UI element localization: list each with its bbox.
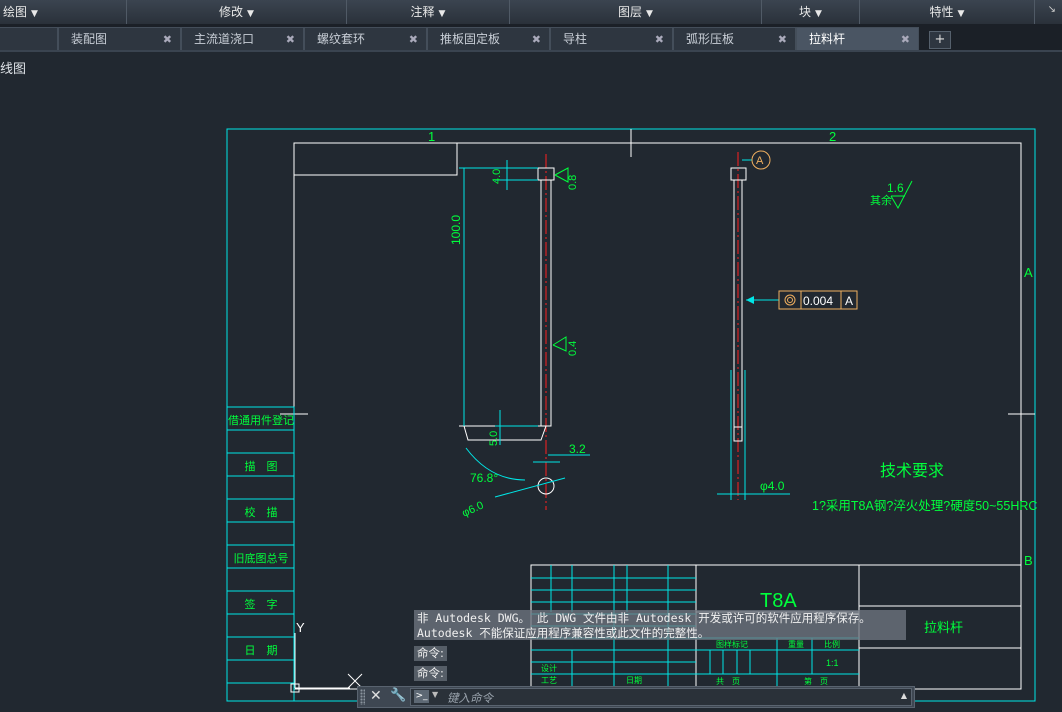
roughness-0-4: 0.4: [567, 341, 579, 356]
tech-requirements-title: 技术要求: [880, 462, 944, 480]
code-box: [294, 143, 458, 176]
dim-5: 5.0: [488, 431, 500, 446]
drawing-canvas[interactable]: 1 2 2 A B 借通用件登记 描 图 校 描 旧底图总号 签 字 日 期: [0, 0, 1062, 712]
inner-frame: [293, 142, 1022, 690]
ucs-y-label: Y: [296, 620, 305, 635]
tolerance-datum: A: [845, 294, 853, 308]
strip-label: 日 期: [245, 644, 278, 657]
command-line-bar: ✕ 🔧 >_ ▼ 键入命令 ▲: [357, 686, 915, 708]
dim-4: 4.0: [491, 169, 503, 184]
zone-label-1: 1: [428, 129, 435, 144]
scale-value: 1:1: [826, 658, 839, 668]
command-history-line: 命令:: [414, 646, 447, 661]
strip-label: 签 字: [245, 597, 278, 611]
dim-angle: 76.8°: [470, 471, 498, 485]
zone-label-B: B: [1024, 553, 1033, 568]
wrench-icon[interactable]: 🔧: [390, 688, 406, 703]
command-history-line: 命令:: [414, 666, 447, 681]
dim-3-2: 3.2: [569, 442, 586, 456]
command-placeholder: 键入命令: [447, 691, 493, 705]
chevron-up-icon[interactable]: ▲: [901, 691, 907, 700]
material-label: T8A: [760, 590, 797, 612]
tb-label-date: 日期: [626, 676, 642, 685]
grip-handle[interactable]: [360, 689, 365, 705]
strip-label: 描 图: [245, 459, 278, 473]
strip-label: 旧底图总号: [234, 551, 289, 565]
close-icon[interactable]: ✕: [370, 688, 382, 704]
tb-label-process: 工艺: [541, 676, 557, 685]
dim-100: 100.0: [449, 215, 463, 245]
tb-label-sheet: 共 页: [716, 677, 740, 686]
tolerance-value: 0.004: [803, 294, 833, 308]
tech-requirements-text: 1?采用T8A钢?淬火处理?硬度50~55HRC: [812, 498, 1037, 513]
roughness-rest-label: 其余: [870, 193, 892, 207]
tb-label-designer: 设计: [541, 663, 557, 673]
command-message-line: Autodesk 不能保证应用程序兼容性或此文件的完整性。: [417, 626, 710, 640]
command-input[interactable]: >_ ▼ 键入命令 ▲: [410, 688, 912, 706]
part-side-view: [717, 150, 858, 500]
zone-label-2: 2: [829, 129, 836, 144]
chevron-down-icon[interactable]: ▼: [432, 690, 438, 699]
ucs-icon: [290, 633, 363, 693]
zone-label-A: A: [1024, 265, 1033, 280]
command-prompt-icon[interactable]: >_: [414, 690, 429, 703]
strip-label: 校 描: [245, 505, 278, 519]
dim-phi6: φ6.0: [460, 499, 485, 519]
dim-phi4: φ4.0: [760, 479, 785, 493]
part-name-label: 拉料杆: [924, 620, 963, 635]
roughness-1-6: 1.6: [887, 181, 904, 195]
datum-label: A: [756, 155, 764, 167]
strip-label: 借通用件登记: [228, 413, 294, 427]
roughness-0-8: 0.8: [567, 175, 579, 190]
command-history-message: 非 Autodesk DWG。 此 DWG 文件由非 Autodesk 开发或许…: [414, 610, 906, 640]
left-title-strip: 借通用件登记 描 图 校 描 旧底图总号 签 字 日 期: [226, 406, 295, 702]
tb-label-page: 第 页: [804, 676, 828, 686]
part-front-view: [459, 154, 590, 510]
command-message-line: 非 Autodesk DWG。 此 DWG 文件由非 Autodesk 开发或许…: [417, 611, 871, 625]
